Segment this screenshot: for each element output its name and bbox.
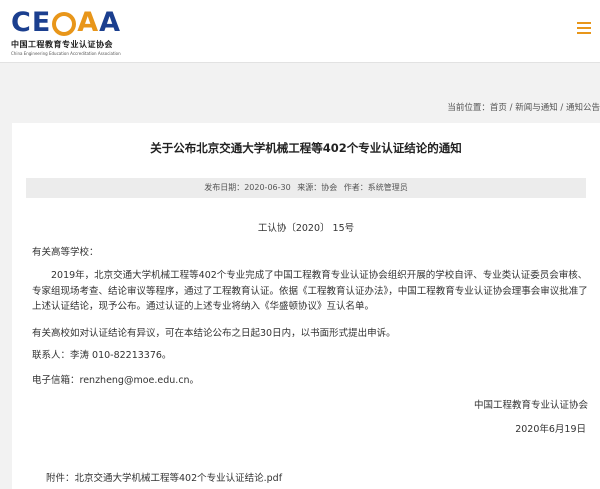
paragraph-text: 2019年，北京交通大学机械工程等402个专业完成了中国工程教育专业认证协会组织… bbox=[32, 270, 588, 312]
attachment-link[interactable]: 附件：北京交通大学机械工程等402个专业认证结论.pdf bbox=[46, 470, 282, 484]
article-title: 关于公布北京交通大学机械工程等402个专业认证结论的通知 bbox=[150, 141, 462, 155]
article-source: 来源：协会 bbox=[297, 183, 338, 192]
signature-organization: 中国工程教育专业认证协会 bbox=[473, 400, 588, 411]
hamburger-menu-icon[interactable] bbox=[577, 22, 591, 34]
logo-chinese-name: 中国工程教育专业认证协会 bbox=[11, 40, 113, 49]
breadcrumb-page-link[interactable]: 通知公告 bbox=[566, 103, 600, 113]
article-meta-bar: 发布日期：2020-06-30 来源：协会 作者：系统管理员 bbox=[26, 178, 586, 198]
contact-person: 联系人：李涛 010-82213376。 bbox=[32, 350, 172, 361]
publish-date: 发布日期：2020-06-30 bbox=[204, 183, 291, 192]
contact-email: 电子信箱：renzheng@moe.edu.cn。 bbox=[32, 375, 200, 386]
site-logo[interactable]: CEAA 中国工程教育专业认证协会 China Engineering Educ… bbox=[11, 7, 121, 57]
breadcrumb-prefix: 当前位置： bbox=[447, 103, 490, 113]
article-paragraph: 有关高校如对认证结论有异议，可在本结论公布之日起30日内，以书面形式提出申诉。 bbox=[32, 328, 396, 339]
logo-mark: CEAA bbox=[11, 7, 121, 38]
article-author: 作者：系统管理员 bbox=[343, 183, 408, 192]
salutation: 有关高等学校： bbox=[32, 247, 99, 258]
breadcrumb: 当前位置：首页 / 新闻与通知 / 通知公告 bbox=[447, 101, 600, 113]
logo-english-name: China Engineering Education Accreditatio… bbox=[11, 51, 121, 56]
signature-date: 2020年6月19日 bbox=[515, 424, 586, 435]
site-header: CEAA 中国工程教育专业认证协会 China Engineering Educ… bbox=[0, 0, 600, 63]
document-number: 工认协〔2020〕 15号 bbox=[257, 223, 355, 234]
logo-ring-icon bbox=[52, 12, 77, 36]
breadcrumb-separator: / bbox=[506, 103, 516, 113]
article-paragraph: 2019年，北京交通大学机械工程等402个专业完成了中国工程教育专业认证协会组织… bbox=[32, 268, 592, 315]
breadcrumb-section-link[interactable]: 新闻与通知 bbox=[515, 103, 558, 113]
article-container: 关于公布北京交通大学机械工程等402个专业认证结论的通知 发布日期：2020-0… bbox=[12, 123, 600, 489]
breadcrumb-separator: / bbox=[557, 103, 566, 113]
breadcrumb-home-link[interactable]: 首页 bbox=[490, 103, 507, 113]
